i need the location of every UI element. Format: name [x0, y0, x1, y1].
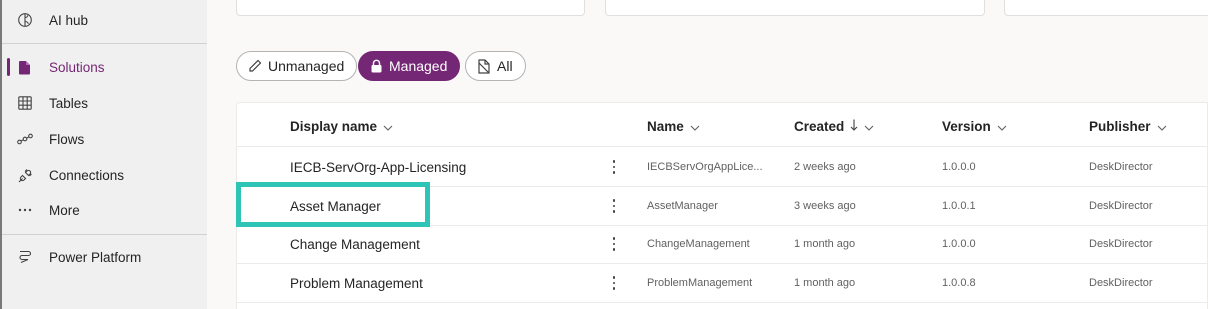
cell-created: 1 month ago	[794, 238, 856, 250]
cell-version: 1.0.0.0	[942, 238, 976, 250]
cell-name: AssetManager	[647, 200, 718, 212]
cell-display-name[interactable]: IECB-ServOrg-App-Licensing	[290, 148, 466, 186]
arrow-down-sort-icon	[850, 119, 858, 134]
column-label: Publisher	[1089, 119, 1151, 134]
filter-managed-button[interactable]: Managed	[358, 51, 461, 81]
cell-version: 1.0.0.0	[942, 161, 976, 173]
table-row[interactable]: Change Management ChangeManagement 1 mon…	[237, 225, 1208, 264]
summary-card	[1004, 0, 1208, 16]
nav-item-power-platform[interactable]: Power Platform	[2, 240, 207, 274]
column-label: Version	[942, 119, 991, 134]
cell-created: 3 weeks ago	[794, 200, 856, 212]
more-options-icon[interactable]	[606, 235, 622, 253]
column-label: Name	[647, 119, 684, 134]
nav-item-tables[interactable]: Tables	[2, 86, 207, 120]
column-header-publisher[interactable]: Publisher	[1089, 119, 1167, 134]
filter-unmanaged-button[interactable]: Unmanaged	[236, 51, 358, 81]
nav-item-more[interactable]: More	[2, 193, 207, 227]
nav-divider	[2, 234, 207, 235]
cell-display-name[interactable]: Problem Management	[290, 264, 423, 302]
lock-icon	[370, 59, 383, 73]
solutions-icon	[17, 59, 33, 75]
column-label: Created	[794, 119, 845, 134]
summary-card	[236, 0, 585, 16]
more-options-icon[interactable]	[606, 197, 622, 215]
nav-item-flows[interactable]: Flows	[2, 122, 207, 156]
cell-publisher: DeskDirector	[1089, 277, 1153, 289]
nav-item-connections[interactable]: Connections	[2, 158, 207, 192]
ellipsis-icon	[17, 202, 33, 218]
nav-item-label: More	[49, 202, 80, 218]
nav-item-label: Flows	[49, 131, 85, 147]
table-row[interactable]: Asset Manager AssetManager 3 weeks ago 1…	[237, 187, 1208, 226]
cell-publisher: DeskDirector	[1089, 161, 1153, 173]
table-row[interactable]: IECB-ServOrg-App-Licensing IECBServOrgAp…	[237, 148, 1208, 187]
nav-item-label: Solutions	[49, 59, 105, 75]
cell-name: ProblemManagement	[647, 277, 753, 289]
nav-item-label: Connections	[49, 167, 125, 183]
more-options-icon[interactable]	[606, 158, 622, 176]
chevron-down-icon	[864, 119, 874, 134]
chevron-down-icon	[383, 119, 393, 134]
column-header-created[interactable]: Created	[794, 119, 874, 134]
plug-icon	[17, 167, 33, 183]
cell-name: IECBServOrgAppLice...	[647, 161, 763, 173]
nav-item-solutions[interactable]: Solutions	[2, 50, 207, 84]
cell-display-name[interactable]: Change Management	[290, 225, 420, 263]
left-navigation: AI hub Solutions Tables Flows Connection…	[0, 0, 207, 309]
brain-icon	[17, 12, 33, 28]
column-label: Display name	[290, 119, 378, 134]
table-grid-icon	[17, 95, 33, 111]
column-header-display-name[interactable]: Display name	[290, 119, 393, 134]
filter-label: Managed	[389, 58, 448, 74]
table-header: Display name Name Created Version Publis…	[237, 103, 1208, 147]
cell-version: 1.0.0.8	[942, 277, 976, 289]
nav-divider	[2, 43, 207, 44]
nav-item-ai-hub[interactable]: AI hub	[2, 3, 207, 37]
chevron-down-icon	[1157, 119, 1167, 134]
cell-publisher: DeskDirector	[1089, 200, 1153, 212]
column-header-version[interactable]: Version	[942, 119, 1007, 134]
chevron-down-icon	[690, 119, 700, 134]
cell-created: 1 month ago	[794, 277, 856, 289]
filter-label: All	[497, 58, 513, 74]
cell-name: ChangeManagement	[647, 238, 750, 250]
solutions-table: Display name Name Created Version Publis…	[236, 102, 1208, 309]
summary-card	[605, 0, 985, 16]
main-content: Unmanaged Managed All Display name Name …	[207, 0, 1208, 309]
nav-item-label: AI hub	[49, 12, 89, 28]
chevron-down-icon	[997, 119, 1007, 134]
cell-display-name[interactable]: Asset Manager	[290, 187, 381, 225]
nav-item-label: Tables	[49, 95, 89, 111]
cell-version: 1.0.0.1	[942, 200, 976, 212]
power-platform-icon	[17, 249, 33, 265]
cell-publisher: DeskDirector	[1089, 238, 1153, 250]
cell-created: 2 weeks ago	[794, 161, 856, 173]
document-icon	[477, 58, 491, 74]
filter-all-button[interactable]: All	[465, 51, 526, 81]
flows-icon	[17, 131, 33, 147]
nav-item-label: Power Platform	[49, 249, 142, 265]
more-options-icon[interactable]	[606, 274, 622, 292]
table-row[interactable]: Problem Management ProblemManagement 1 m…	[237, 264, 1208, 303]
filter-label: Unmanaged	[268, 58, 345, 74]
pencil-icon	[248, 59, 262, 73]
column-header-name[interactable]: Name	[647, 119, 700, 134]
